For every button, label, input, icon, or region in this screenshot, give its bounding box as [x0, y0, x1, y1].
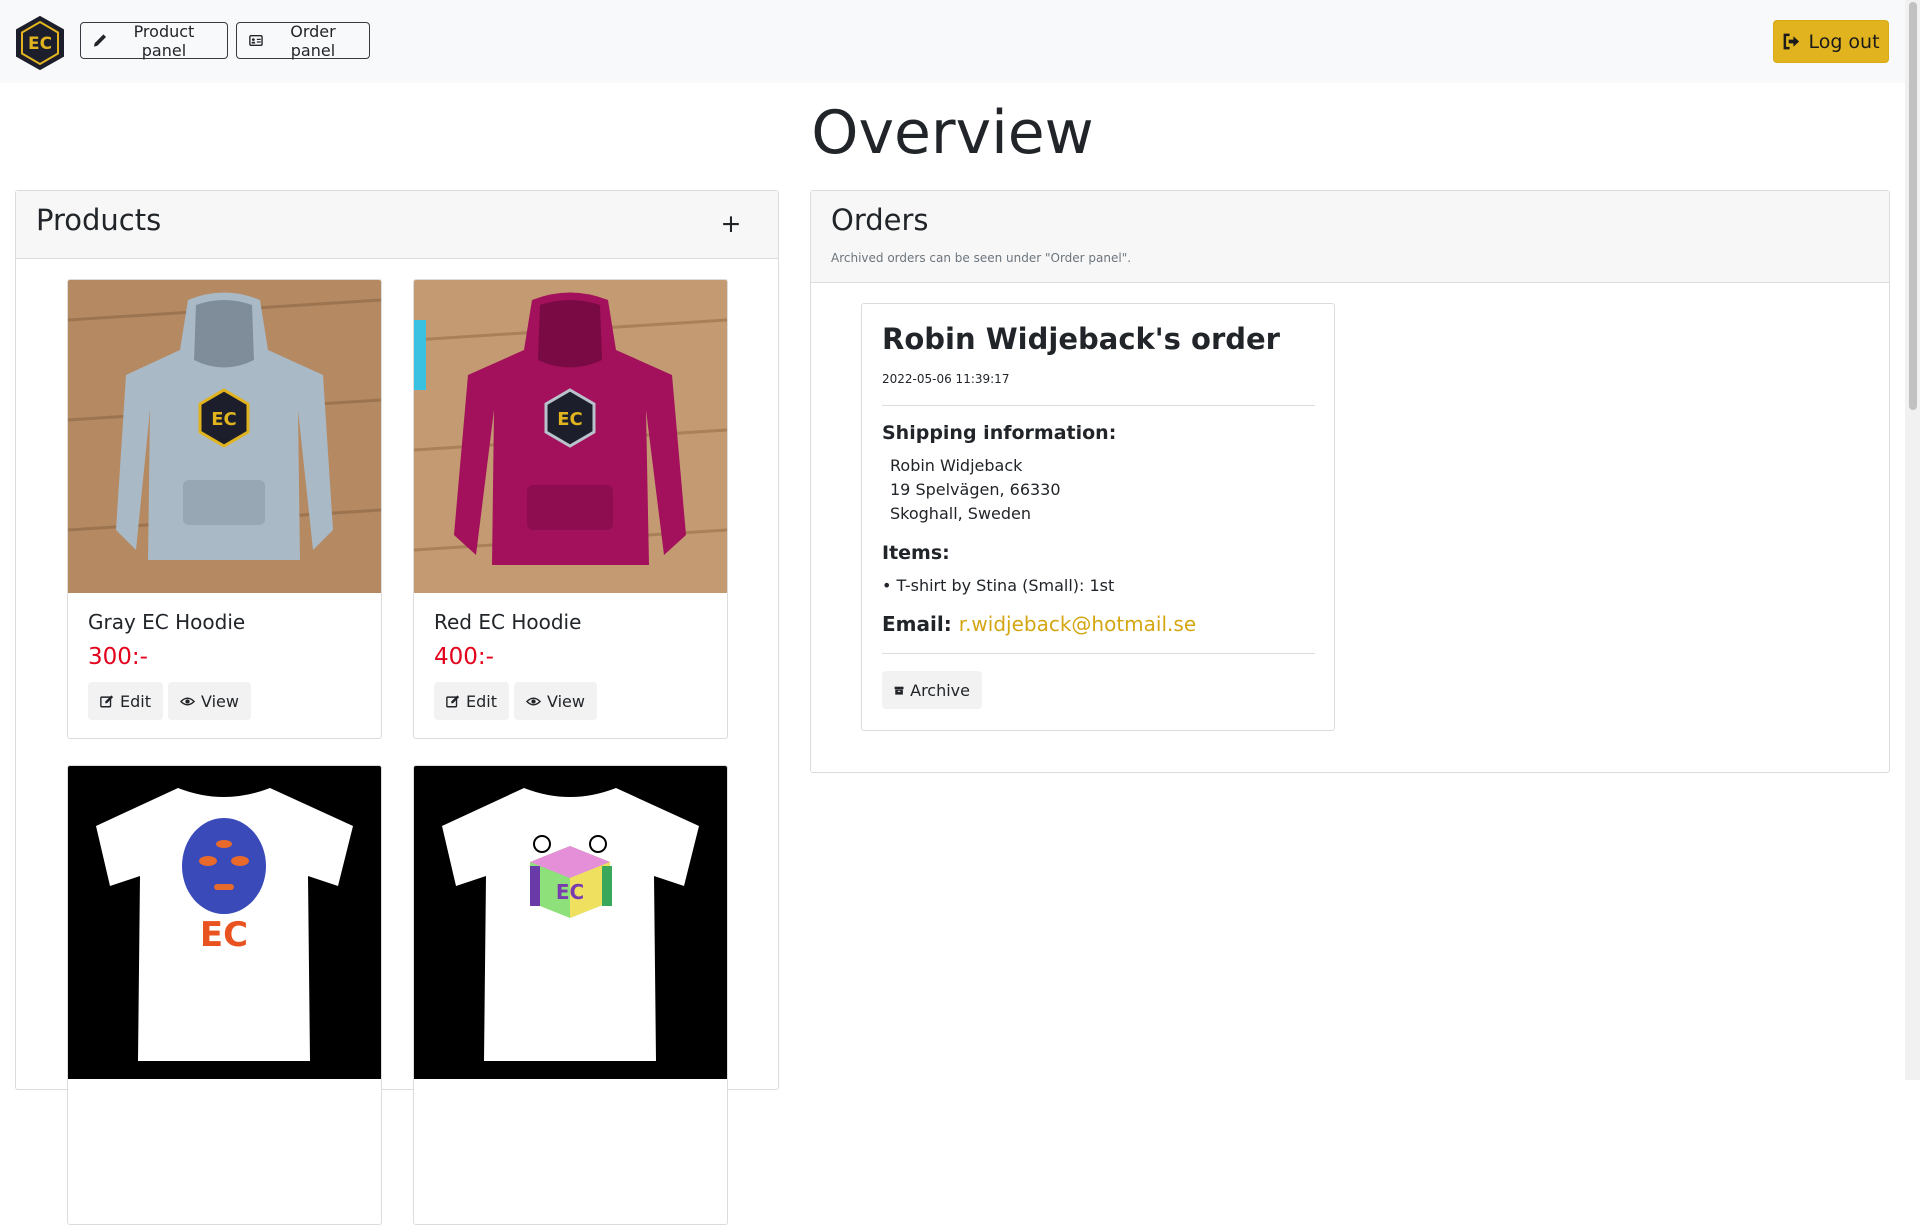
- edit-label: Edit: [120, 691, 151, 711]
- shipping-address: Robin Widjeback 19 Spelvägen, 66330 Skog…: [890, 454, 1061, 526]
- products-header: Products +: [16, 191, 778, 259]
- edit-product-button[interactable]: Edit: [434, 682, 509, 720]
- add-product-button[interactable]: +: [714, 207, 748, 241]
- blue-face-tshirt-image: EC: [68, 766, 381, 1079]
- product-card: EC Red EC Hoodie 400:- Edit View: [413, 279, 728, 739]
- svg-text:EC: EC: [556, 880, 584, 904]
- divider: [882, 405, 1315, 406]
- product-panel-label: Product panel: [133, 21, 195, 60]
- order-title: Robin Widjeback's order: [882, 322, 1280, 356]
- view-label: View: [201, 691, 239, 711]
- svg-text:EC: EC: [28, 34, 52, 54]
- email-row: Email: r.widjeback@hotmail.se: [882, 612, 1196, 636]
- orders-card: Orders Archived orders can be seen under…: [810, 190, 1890, 773]
- page-scrollbar[interactable]: [1905, 0, 1920, 1080]
- ec-logo-icon[interactable]: EC: [15, 16, 65, 70]
- product-price: 400:-: [434, 644, 494, 670]
- archive-button[interactable]: Archive: [882, 671, 982, 709]
- product-card: EC: [67, 765, 382, 1225]
- orders-title: Orders: [831, 203, 929, 237]
- order-panel-button[interactable]: Order panel: [236, 21, 370, 60]
- email-link[interactable]: r.widjeback@hotmail.se: [959, 612, 1196, 636]
- products-title: Products: [36, 203, 162, 237]
- address-street: 19 Spelvägen, 66330: [890, 480, 1061, 499]
- order-card: Robin Widjeback's order 2022-05-06 11:39…: [861, 303, 1335, 731]
- logout-label: Log out: [1808, 30, 1880, 53]
- edit-icon: [100, 694, 114, 707]
- product-name: Red EC Hoodie: [434, 610, 582, 634]
- eye-icon: [526, 697, 541, 705]
- archive-icon: [894, 686, 904, 695]
- navbar: EC Product panel Order panel Log out: [0, 0, 1905, 83]
- eye-icon: [180, 697, 195, 705]
- order-panel-label: Order panel: [290, 21, 336, 60]
- product-name: Gray EC Hoodie: [88, 610, 246, 634]
- product-price: 300:-: [88, 644, 148, 670]
- sign-out-icon: [1784, 33, 1800, 50]
- products-card: Products + EC Gray EC Hoodie 300:- Edit …: [15, 190, 779, 1225]
- red-hoodie-image: EC: [414, 280, 727, 593]
- svg-text:EC: EC: [200, 915, 248, 955]
- pencil-icon: [93, 34, 107, 47]
- ec-cube-tshirt-image: EC: [414, 766, 727, 1079]
- view-label: View: [547, 691, 585, 711]
- logout-button[interactable]: Log out: [1773, 20, 1889, 63]
- items-heading: Items:: [882, 542, 950, 564]
- orders-header: Orders Archived orders can be seen under…: [811, 191, 1889, 283]
- edit-label: Edit: [466, 691, 497, 711]
- id-card-icon: [249, 35, 263, 46]
- address-city: Skoghall, Sweden: [890, 504, 1032, 523]
- divider: [882, 653, 1315, 654]
- edit-product-button[interactable]: Edit: [88, 682, 163, 720]
- orders-note: Archived orders can be seen under "Order…: [831, 251, 1132, 265]
- address-name: Robin Widjeback: [890, 456, 1023, 475]
- product-panel-button[interactable]: Product panel: [80, 21, 228, 60]
- svg-text:EC: EC: [557, 409, 583, 430]
- order-date: 2022-05-06 11:39:17: [882, 372, 1010, 386]
- product-card: EC Gray EC Hoodie 300:- Edit View: [67, 279, 382, 739]
- shipping-heading: Shipping information:: [882, 422, 1117, 444]
- edit-icon: [446, 694, 460, 707]
- product-card: EC: [413, 765, 728, 1225]
- view-product-button[interactable]: View: [514, 682, 597, 720]
- view-product-button[interactable]: View: [168, 682, 251, 720]
- archive-label: Archive: [910, 680, 970, 700]
- svg-text:EC: EC: [211, 409, 237, 430]
- gray-hoodie-image: EC: [68, 280, 381, 593]
- email-label: Email:: [882, 612, 952, 636]
- order-item: • T-shirt by Stina (Small): 1st: [882, 576, 1115, 595]
- scrollbar-thumb[interactable]: [1909, 2, 1917, 410]
- page-title: Overview: [811, 98, 1094, 168]
